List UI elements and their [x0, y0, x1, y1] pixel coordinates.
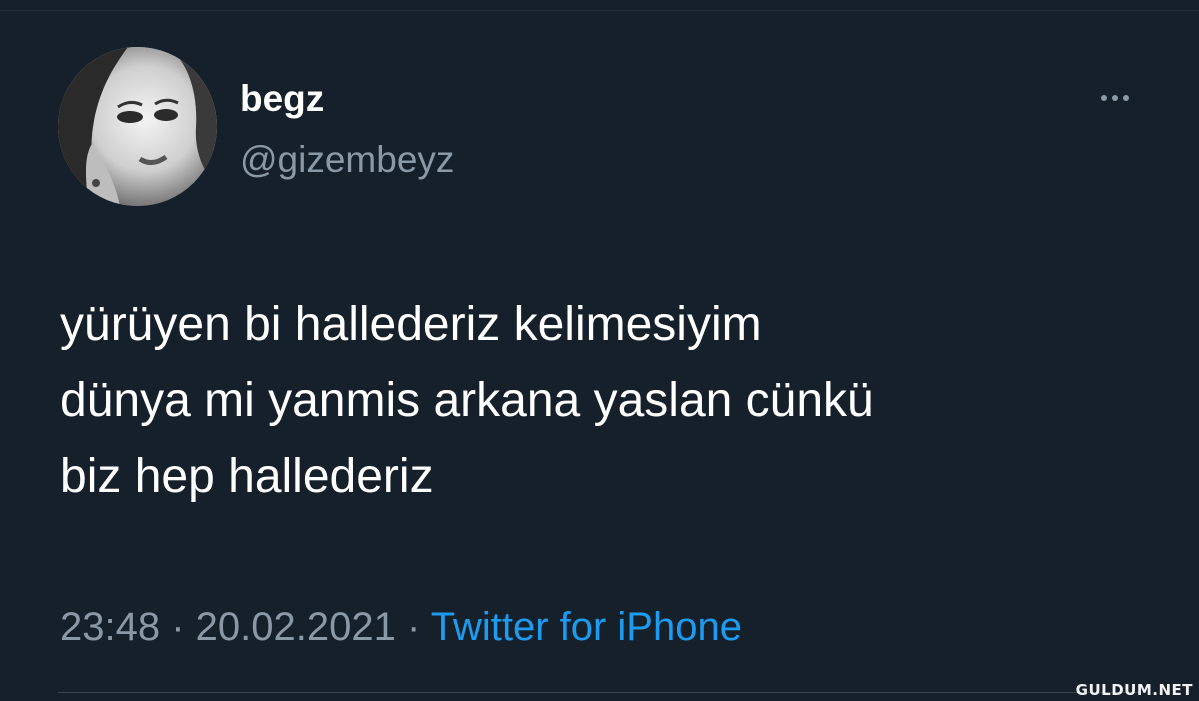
top-divider [0, 10, 1199, 11]
tweet-metadata: 23:48 · 20.02.2021 · Twitter for iPhone [60, 603, 742, 651]
bottom-divider [58, 692, 1138, 693]
avatar[interactable] [58, 47, 217, 206]
tweet-text-line: dünya mi yanmis arkana yaslan cünkü [60, 374, 874, 427]
profile-photo-icon [58, 47, 217, 206]
more-options-icon[interactable] [1092, 85, 1138, 111]
watermark: GULDUM.NET [1075, 681, 1193, 699]
tweet-text-line: yürüyen bi hallederiz kelimesiyim [60, 298, 762, 351]
tweet-screenshot: begz @gizembeyz yürüyen bi hallederiz ke… [0, 0, 1199, 701]
tweet-source-link[interactable]: Twitter for iPhone [431, 605, 742, 649]
user-handle[interactable]: @gizembeyz [240, 139, 454, 181]
tweet-date[interactable]: 20.02.2021 [196, 605, 396, 649]
tweet-text-line: biz hep hallederiz [60, 450, 434, 503]
tweet-text: yürüyen bi hallederiz kelimesiyim dünya … [60, 287, 1170, 515]
tweet-time[interactable]: 23:48 [60, 605, 160, 649]
display-name[interactable]: begz [240, 78, 324, 120]
meta-separator: · [407, 605, 431, 649]
meta-separator: · [171, 605, 196, 649]
